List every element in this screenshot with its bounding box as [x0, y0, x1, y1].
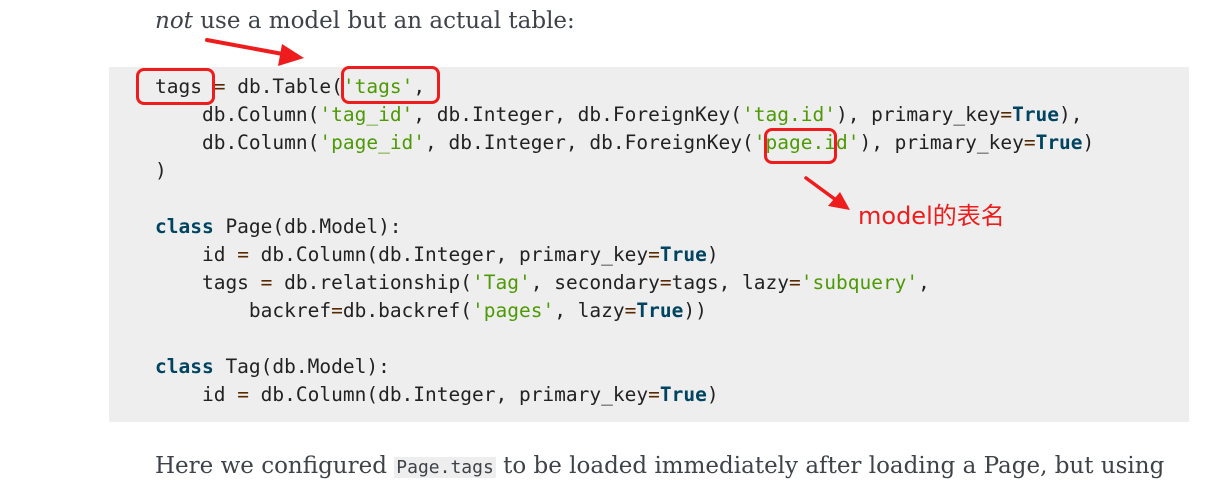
- code-operator: =: [1000, 103, 1013, 126]
- code-line-6: id = db.Column(db.Integer, primary_key=T…: [155, 241, 719, 269]
- code-keyword: class: [155, 215, 214, 238]
- code-token: tags: [155, 271, 261, 294]
- arrow-to-tags: [205, 38, 304, 66]
- code-token: , lazy: [554, 299, 625, 322]
- code-line-7: tags = db.relationship('Tag', secondary=…: [155, 269, 930, 297]
- code-operator: =: [237, 383, 249, 406]
- code-line-4: ): [155, 157, 167, 185]
- code-string: 'pages': [472, 299, 555, 322]
- code-token: db.Column(: [155, 103, 320, 126]
- code-operator: =: [260, 271, 273, 294]
- code-line-5: class Page(db.Model):: [155, 213, 402, 241]
- code-constant: True: [1035, 131, 1083, 154]
- code-token: ): [706, 383, 719, 406]
- code-token: db.backref(: [342, 299, 472, 322]
- code-token: ): [155, 159, 167, 182]
- paragraph-bottom-text-start: Here we configured: [155, 453, 395, 479]
- code-line-2: db.Column('tag_id', db.Integer, db.Forei…: [155, 101, 1083, 129]
- code-block: tags = db.Table('tags', db.Column('tag_i…: [109, 67, 1189, 422]
- code-operator: =: [648, 383, 660, 406]
- code-token: ,: [918, 271, 930, 294]
- code-token: Tag(db.Model):: [213, 355, 390, 378]
- code-operator: =: [648, 243, 660, 266]
- code-constant: True: [1012, 103, 1060, 126]
- code-token: db.Column(db.Integer, primary_key: [248, 383, 649, 406]
- code-token: id: [155, 383, 238, 406]
- code-token: , db.Integer, db.ForeignKey(: [413, 103, 743, 126]
- code-token: db.Table(: [225, 75, 343, 98]
- code-keyword: class: [155, 355, 214, 378]
- code-token: ),: [1059, 103, 1083, 126]
- code-string: 'page_id': [319, 131, 426, 154]
- code-token: db.Column(: [155, 131, 320, 154]
- code-token: ), primary_key: [835, 103, 1001, 126]
- code-constant: True: [659, 383, 707, 406]
- highlight-box-tags-string: [341, 66, 440, 104]
- code-operator: =: [213, 75, 226, 98]
- code-token: id: [155, 243, 238, 266]
- code-line-9: class Tag(db.Model):: [155, 353, 390, 381]
- code-token: ): [706, 243, 719, 266]
- paragraph-top-text: use a model but an actual table:: [192, 8, 575, 34]
- code-operator: =: [1023, 131, 1036, 154]
- code-token: Page(db.Model):: [213, 215, 402, 238]
- code-string: 'tag_id': [319, 103, 414, 126]
- code-operator: =: [659, 271, 672, 294]
- code-line-3: db.Column('page_id', db.Integer, db.Fore…: [155, 129, 1094, 157]
- code-line-10: id = db.Column(db.Integer, primary_key=T…: [155, 381, 719, 409]
- code-string: 'tag.id': [742, 103, 836, 126]
- code-token: ): [1082, 131, 1095, 154]
- code-token: , secondary: [530, 271, 660, 294]
- code-line-8: backref=db.backref('pages', lazy=True)): [155, 297, 707, 325]
- paragraph-bottom-text-end: to be loaded immediately after loading a…: [495, 453, 1165, 479]
- emphasis-not: not: [155, 8, 193, 34]
- inline-code-page-tags: Page.tags: [394, 457, 496, 478]
- code-token: backref: [155, 299, 332, 322]
- paragraph-top: not use a model but an actual table:: [155, 6, 575, 36]
- highlight-box-tags-variable: [136, 68, 215, 105]
- highlight-box-page-string: [764, 128, 837, 164]
- code-operator: =: [237, 243, 249, 266]
- paragraph-bottom: Here we configured Page.tags to be loade…: [155, 451, 1164, 482]
- code-string: 'Tag': [472, 271, 531, 294]
- code-operator: =: [789, 271, 801, 294]
- code-operator: =: [331, 299, 343, 322]
- code-token: ), primary_key: [859, 131, 1024, 154]
- code-token: )): [683, 299, 707, 322]
- code-token: db.Column(db.Integer, primary_key: [248, 243, 649, 266]
- code-operator: =: [624, 299, 637, 322]
- code-token: , db.Integer, db.ForeignKey(: [425, 131, 754, 154]
- code-token: tags, lazy: [671, 271, 790, 294]
- code-constant: True: [636, 299, 684, 322]
- code-token: db.relationship(: [272, 271, 473, 294]
- annotation-label: model的表名: [858, 202, 1005, 230]
- code-constant: True: [659, 243, 707, 266]
- code-string: 'subquery': [800, 271, 919, 294]
